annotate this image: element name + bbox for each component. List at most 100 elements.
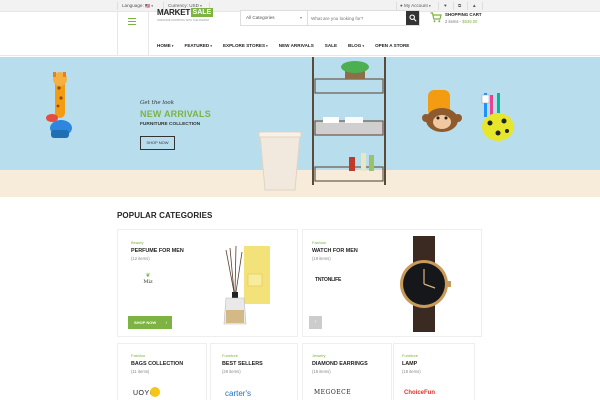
- ladybug-cup-image: [481, 93, 514, 141]
- hero-pretitle: Get the look: [140, 100, 175, 106]
- trash-bin-image: [258, 131, 302, 191]
- category-tag: Beauty: [131, 240, 144, 245]
- brand-logo-carters: carter's: [225, 389, 251, 398]
- category-name[interactable]: BAGS COLLECTION: [131, 361, 183, 367]
- category-card-watch[interactable]: Fashion WATCH FOR MEN (19 items) TNTONLI…: [302, 229, 482, 337]
- nav-label: SALE: [324, 43, 338, 48]
- category-card-diamond-earrings[interactable]: Jewelry DIAMOND EARRINGS (16 items) MEGO…: [302, 343, 392, 400]
- login-lock-icon[interactable]: ▲: [472, 3, 477, 8]
- divider: [467, 2, 468, 10]
- category-name[interactable]: DIAMOND EARRINGS: [312, 361, 368, 367]
- nav-blog[interactable]: BLOG▾: [348, 43, 364, 53]
- my-account-menu[interactable]: ● My Account ▾: [400, 3, 431, 8]
- giraffe-toy-image: [46, 72, 72, 138]
- category-name[interactable]: LAMP: [402, 361, 417, 367]
- brand-logo-mark: [150, 387, 160, 397]
- category-count: (11 items): [131, 369, 150, 374]
- cart-items-count: 2 items -: [445, 19, 462, 24]
- divider: [482, 2, 483, 10]
- shop-now-label: SHOP NOW: [134, 320, 157, 325]
- category-tag: Furniture: [402, 353, 419, 358]
- user-icon: ●: [400, 3, 403, 8]
- cart-total: $539.00: [462, 19, 478, 24]
- nav-label: BLOG: [348, 43, 362, 48]
- nav-label: NEW ARRIVALS: [278, 43, 314, 48]
- category-card-best-sellers[interactable]: Furniture BEST SELLERS (26 items) carter…: [210, 343, 298, 400]
- hero-shop-now-button[interactable]: SHOP NOW: [140, 136, 175, 150]
- brand-logo-miz: ❦ Miz: [138, 272, 158, 285]
- nav-label: EXPLORE STORES: [222, 43, 266, 48]
- hero-subtitle: FURNITURE COLLECTION: [140, 122, 201, 127]
- my-account-label: My Account: [404, 3, 428, 8]
- brand-logo-tntonlife: TNTONLIFE: [315, 277, 342, 283]
- chevron-down-icon: ▾: [266, 44, 268, 48]
- category-card-perfume[interactable]: Beauty PERFUME FOR MEN (12 items) ❦ Miz …: [117, 229, 298, 337]
- category-count: (18 items): [402, 369, 421, 374]
- nav-explore-stores[interactable]: EXPLORE STORES▾: [223, 43, 268, 53]
- hamburger-menu-icon[interactable]: [128, 18, 136, 25]
- chevron-down-icon: ▾: [210, 44, 212, 48]
- nav-new-arrivals[interactable]: NEW ARRIVALS: [279, 43, 314, 53]
- arrow-right-button[interactable]: ›: [309, 316, 322, 329]
- category-name[interactable]: PERFUME FOR MEN: [131, 248, 184, 254]
- nav-label: OPEN A STORE: [375, 43, 410, 48]
- category-tag: Fashion: [312, 240, 327, 245]
- category-card-lamp[interactable]: Furniture LAMP (18 items) ChoiceFun: [393, 343, 475, 400]
- shopping-cart[interactable]: SHOPPING CART 2 items - $539.00: [430, 10, 500, 26]
- language-selector[interactable]: Language: 🇺🇸 ▾: [122, 3, 153, 8]
- divider: [117, 12, 118, 56]
- monkey-holder-image: [422, 90, 462, 132]
- brand-logo-choicefun: ChoiceFun: [404, 390, 435, 396]
- us-flag-icon: 🇺🇸: [145, 3, 150, 8]
- category-count: (16 items): [312, 369, 331, 374]
- brand-logo-megoece: MEGOECE: [314, 389, 352, 396]
- storage-rack-image: [312, 57, 386, 185]
- logo-text-market: MARKET: [157, 8, 191, 17]
- category-select-value: All Categories: [246, 15, 275, 20]
- section-title: POPULAR CATEGORIES: [117, 211, 213, 220]
- chevron-down-icon: ▾: [171, 44, 174, 48]
- cart-icon: [430, 12, 442, 23]
- leaf-icon: ❦: [145, 273, 151, 279]
- divider: [438, 2, 439, 10]
- category-card-bags[interactable]: Fashion BAGS COLLECTION (11 items) UOYO: [117, 343, 207, 400]
- wishlist-heart-icon[interactable]: ♥: [444, 3, 447, 8]
- nav-featured[interactable]: FEATURED▾: [185, 43, 212, 53]
- category-name[interactable]: WATCH FOR MEN: [312, 248, 358, 254]
- search-icon: [409, 14, 417, 22]
- search-input[interactable]: [311, 12, 403, 24]
- language-label: Language:: [122, 3, 144, 8]
- nav-sale[interactable]: SALE: [325, 43, 337, 53]
- divider: [396, 2, 397, 10]
- category-select[interactable]: All Categories ▾: [241, 11, 308, 25]
- shop-now-button[interactable]: SHOP NOW ›: [128, 316, 172, 329]
- wristwatch-image: [400, 236, 451, 332]
- perfume-diffuser-image: [223, 245, 270, 325]
- nav-home[interactable]: HOME▾: [157, 43, 174, 53]
- main-nav: HOME▾ FEATURED▾ EXPLORE STORES▾ NEW ARRI…: [157, 43, 420, 53]
- compare-icon[interactable]: ⧉: [458, 3, 461, 8]
- logo-text-sale: SALE: [190, 8, 214, 17]
- logo[interactable]: MARKET SALE: [157, 8, 214, 17]
- hero-banner[interactable]: Get the look NEW ARRIVALS FURNITURE COLL…: [0, 57, 600, 197]
- category-tag: Fashion: [131, 353, 146, 358]
- chevron-down-icon: ▾: [299, 15, 302, 20]
- divider: [148, 12, 149, 56]
- divider: [453, 2, 454, 10]
- chevron-down-icon: ▾: [362, 44, 365, 48]
- search-bar: All Categories ▾: [240, 10, 420, 26]
- category-tag: Furniture: [222, 353, 239, 358]
- nav-label: FEATURED: [184, 43, 210, 48]
- cart-summary: 2 items - $539.00: [445, 19, 477, 24]
- category-count: (19 items): [312, 256, 331, 261]
- search-button[interactable]: [406, 11, 419, 25]
- chevron-down-icon: ▾: [151, 4, 154, 8]
- category-name[interactable]: BEST SELLERS: [222, 361, 263, 367]
- category-count: (12 items): [131, 256, 150, 261]
- nav-label: HOME: [157, 43, 171, 48]
- category-tag: Jewelry: [312, 353, 326, 358]
- chevron-down-icon: ▾: [429, 4, 431, 8]
- nav-open-a-store[interactable]: OPEN A STORE: [375, 43, 409, 53]
- category-count: (26 items): [222, 369, 241, 374]
- tagline: AWESOME SHOPPING WITH THE MARKET: [157, 19, 210, 22]
